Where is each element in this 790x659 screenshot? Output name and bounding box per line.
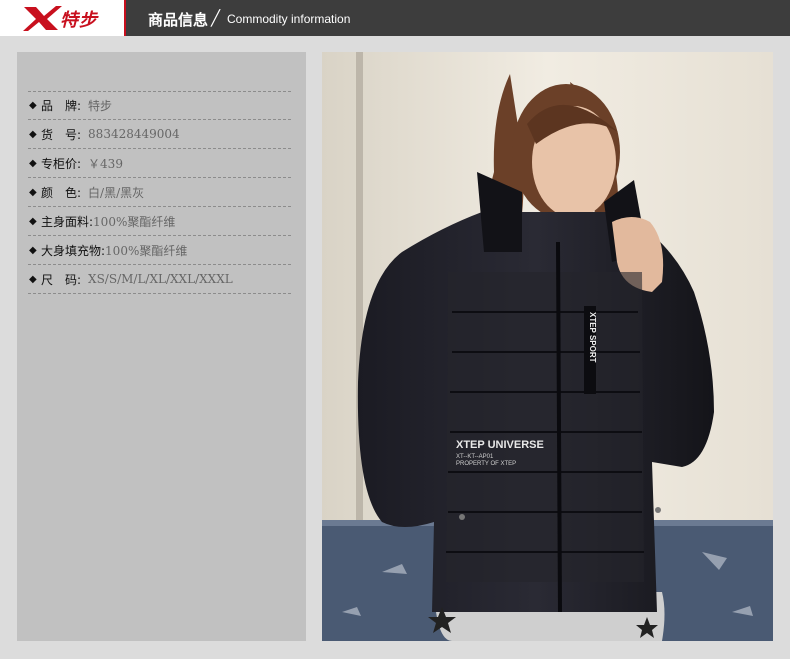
info-row-price: ◆ 专柜价: ￥439 — [28, 149, 291, 178]
section-title: 商品信息 — [148, 11, 209, 29]
info-row-sizes: ◆ 尺 码: XS/S/M/L/XL/XXL/XXXL — [28, 265, 291, 294]
info-value: 100%聚酯纤维 — [93, 214, 176, 229]
diamond-bullet-icon: ◆ — [29, 273, 37, 285]
info-row-filling: ◆ 大身填充物: 100%聚酯纤维 — [28, 236, 291, 265]
info-label: 品 牌: — [41, 99, 82, 113]
info-row-color: ◆ 颜 色: 白/黑/黑灰 — [28, 178, 291, 207]
info-label: 尺 码: — [41, 272, 82, 287]
info-row-brand: ◆ 品 牌: 特步 — [28, 91, 291, 120]
tag-chest-small-2: PROPERTY OF XTEP — [456, 461, 516, 467]
tag-vertical-text: XTEP SPORT — [588, 312, 597, 363]
info-value: 白/黑/黑灰 — [88, 185, 145, 200]
info-value: 100%聚酯纤维 — [105, 243, 188, 258]
info-value: 883428449004 — [88, 127, 180, 141]
info-value: 特步 — [88, 99, 113, 113]
info-label: 主身面料: — [41, 214, 94, 229]
model-illustration: XTEP SPORT XTEP UNIVERSE XT--KT--AP01 PR… — [322, 52, 773, 641]
info-label: 货 号: — [41, 127, 82, 142]
info-row-shell-fabric: ◆ 主身面料: 100%聚酯纤维 — [28, 207, 291, 236]
diamond-bullet-icon: ◆ — [29, 157, 37, 169]
button-snap-right — [655, 507, 661, 513]
diamond-bullet-icon: ◆ — [29, 244, 37, 256]
info-row-item-number: ◆ 货 号: 883428449004 — [28, 120, 291, 149]
product-model-photo: XTEP SPORT XTEP UNIVERSE XT--KT--AP01 PR… — [322, 52, 773, 641]
brand-logo[interactable]: 特步 — [0, 0, 126, 36]
info-label: 颜 色: — [41, 185, 82, 200]
xtep-x-icon — [23, 6, 62, 31]
info-label: 专柜价: — [41, 156, 82, 171]
section-subtitle: Commodity information — [227, 12, 351, 26]
zipper — [556, 241, 562, 613]
diamond-bullet-icon: ◆ — [29, 186, 37, 198]
product-info-list: ◆ 品 牌: 特步 ◆ 货 号: 883428449004 ◆ 专柜价: ￥43… — [28, 91, 291, 294]
diamond-bullet-icon: ◆ — [29, 100, 37, 111]
info-value: XS/S/M/L/XL/XXL/XXXL — [88, 272, 233, 286]
diamond-bullet-icon: ◆ — [29, 215, 37, 227]
title-separator: ╱ — [211, 9, 221, 27]
brand-logo-text: 特步 — [60, 10, 98, 31]
product-info-panel: ◆ 品 牌: 特步 ◆ 货 号: 883428449004 ◆ 专柜价: ￥43… — [17, 52, 306, 641]
top-header-bar: 特步 商品信息 ╱ Commodity information — [0, 0, 790, 36]
button-snap-left — [459, 514, 465, 520]
info-label: 大身填充物: — [41, 243, 106, 258]
tag-chest-small-1: XT--KT--AP01 — [456, 454, 494, 460]
diamond-bullet-icon: ◆ — [29, 128, 37, 140]
tag-chest-text: XTEP UNIVERSE — [456, 439, 544, 451]
info-value: ￥439 — [88, 156, 123, 171]
